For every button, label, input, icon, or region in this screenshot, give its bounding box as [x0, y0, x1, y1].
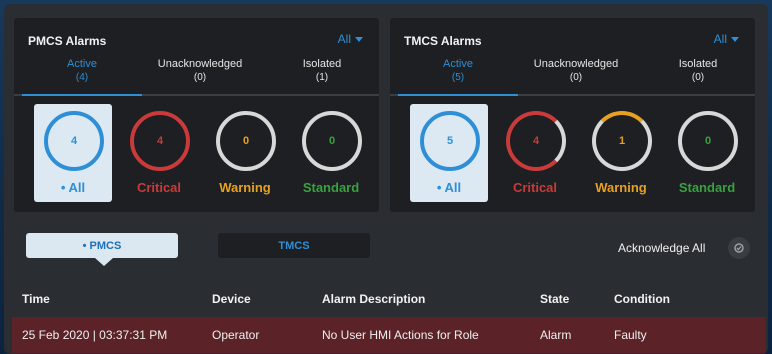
tab-label: Active [443, 58, 473, 70]
tab-label: Isolated [302, 58, 342, 70]
tile-all[interactable]: 5 • All [410, 104, 488, 202]
tile-label: Critical [136, 180, 182, 195]
cell-description: No User HMI Actions for Role [322, 328, 479, 342]
filter-value: All [713, 32, 727, 46]
selection-pointer [95, 258, 113, 266]
tile-standard[interactable]: 0 Standard [292, 104, 370, 202]
cell-state: Alarm [540, 328, 572, 342]
tab-active[interactable]: Active (5) [398, 58, 518, 84]
tile-warning[interactable]: 0 Warning [206, 104, 284, 202]
tab-label: Unacknowledged [157, 58, 243, 70]
tab-underline [14, 94, 379, 96]
tab-label: Unacknowledged [533, 58, 619, 70]
tile-critical[interactable]: 4 Critical [496, 104, 574, 202]
cell-time: 25 Feb 2020 | 03:37:31 PM [22, 328, 168, 342]
tab-label: Active [67, 58, 97, 70]
alarm-tiles: 4 • All 4 Critical 0 Warning 0 Standard [14, 104, 379, 204]
alarm-dashboard: PMCS Alarms All Active (4) Unacknowledge… [4, 4, 768, 354]
tile-label: Standard [302, 180, 360, 195]
chevron-down-icon [355, 36, 363, 42]
count-ring: 0 [302, 111, 362, 171]
count-ring: 5 [420, 111, 480, 171]
tile-critical[interactable]: 4 Critical [120, 104, 198, 202]
alarm-tiles: 5 • All 4 Critical 1 Warning 0 Standard [390, 104, 755, 204]
count-ring: 4 [130, 111, 190, 171]
tab-count: (4) [75, 72, 89, 83]
tmcs-alarms-panel: TMCS Alarms All Active (5) Unacknowledge… [390, 18, 755, 212]
alarm-tabs: Active (5) Unacknowledged (0) Isolated (… [390, 58, 755, 98]
column-header-state[interactable]: State [540, 292, 569, 306]
count-ring: 0 [216, 111, 276, 171]
column-header-time[interactable]: Time [22, 292, 50, 306]
tile-label: Critical [512, 180, 558, 195]
tile-warning[interactable]: 1 Warning [582, 104, 660, 202]
count-ring: 0 [678, 111, 738, 171]
tmcs-toggle-button[interactable]: TMCS [218, 233, 370, 258]
tab-label: Isolated [678, 58, 718, 70]
tab-active[interactable]: Active (4) [22, 58, 142, 84]
tab-count: (5) [451, 72, 465, 83]
panel-title: PMCS Alarms [28, 34, 107, 48]
count-ring: 4 [506, 111, 566, 171]
column-header-description[interactable]: Alarm Description [322, 292, 425, 306]
filter-dropdown[interactable]: All [338, 32, 363, 46]
column-header-condition[interactable]: Condition [614, 292, 670, 306]
tab-unacknowledged[interactable]: Unacknowledged (0) [140, 58, 260, 84]
acknowledge-all-button[interactable] [728, 237, 750, 259]
tab-isolated[interactable]: Isolated (0) [638, 58, 758, 84]
tile-label: • All [60, 180, 86, 195]
cell-condition: Faulty [614, 328, 647, 342]
column-header-device[interactable]: Device [212, 292, 251, 306]
tab-count: (1) [315, 72, 329, 83]
alarm-table-header: Time Device Alarm Description State Cond… [4, 284, 768, 314]
tab-count: (0) [691, 72, 705, 83]
acknowledge-icon [734, 243, 744, 253]
tab-isolated[interactable]: Isolated (1) [262, 58, 382, 84]
tile-label: • All [436, 180, 462, 195]
pmcs-toggle-button[interactable]: • PMCS [26, 233, 178, 258]
pmcs-alarms-panel: PMCS Alarms All Active (4) Unacknowledge… [14, 18, 379, 212]
tab-count: (0) [193, 72, 207, 83]
filter-dropdown[interactable]: All [714, 32, 739, 46]
tab-count: (0) [569, 72, 583, 83]
cell-device: Operator [212, 328, 260, 342]
tab-unacknowledged[interactable]: Unacknowledged (0) [516, 58, 636, 84]
count-ring: 1 [592, 111, 652, 171]
table-row[interactable]: 25 Feb 2020 | 03:37:31 PM Operator No Us… [12, 317, 766, 353]
alarm-tabs: Active (4) Unacknowledged (0) Isolated (… [14, 58, 379, 98]
tile-all[interactable]: 4 • All [34, 104, 112, 202]
filter-value: All [337, 32, 351, 46]
tile-label: Warning [595, 180, 647, 195]
tile-standard[interactable]: 0 Standard [668, 104, 746, 202]
count-ring: 4 [44, 111, 104, 171]
panel-title: TMCS Alarms [404, 34, 482, 48]
acknowledge-all-label: Acknowledge All [618, 241, 706, 255]
tile-label: Standard [678, 180, 736, 195]
chevron-down-icon [731, 36, 739, 42]
tile-label: Warning [219, 180, 271, 195]
tab-underline [390, 94, 755, 96]
